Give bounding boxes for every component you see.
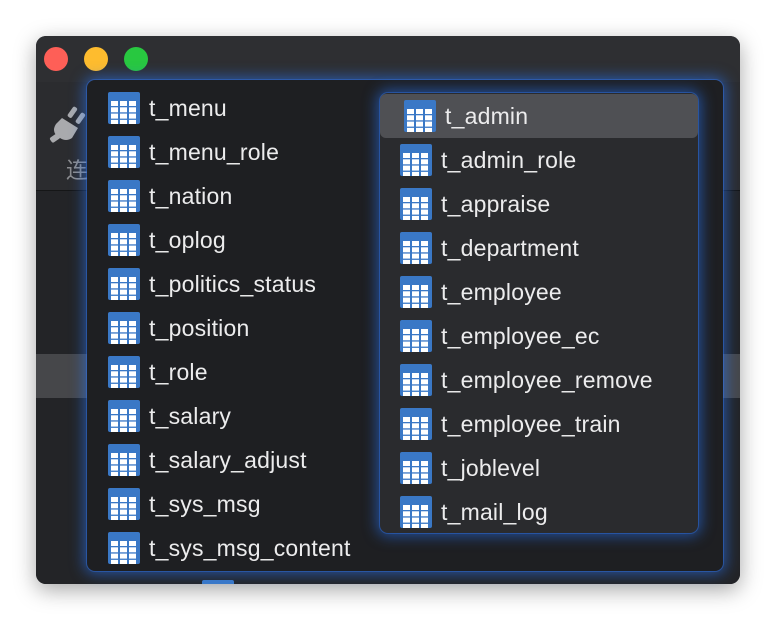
table-icon [108,180,140,212]
table-menu-item[interactable]: t_employee [380,270,698,314]
background-table-icon [202,580,234,584]
table-menu-item[interactable]: t_politics_status [88,262,378,306]
table-menu-item-label: t_employee_train [441,410,621,437]
table-icon [404,100,436,132]
table-menu-item[interactable]: t_employee_remove [380,358,698,402]
table-menu-item-label: t_appraise [441,190,551,217]
table-menu-item-label: t_sys_msg_content [149,534,351,561]
table-menu-item-label: t_oplog [149,226,226,253]
table-icon [400,144,432,176]
table-menu-item-label: t_employee_remove [441,366,653,393]
close-window-button[interactable] [44,47,68,71]
table-icon [108,92,140,124]
table-menu-item-label: t_employee [441,278,562,305]
table-menu-item[interactable]: t_mail_log [380,490,698,534]
table-menu-item-label: t_salary_adjust [149,446,307,473]
table-menu-item[interactable]: t_appraise [380,182,698,226]
table-menu-item[interactable]: t_sys_msg_content [88,526,378,570]
table-menu-item-label: t_menu_role [149,138,280,165]
table-icon [108,532,140,564]
table-icon [108,268,140,300]
table-menu-item[interactable]: t_nation [88,174,378,218]
table-icon [108,312,140,344]
table-menu-item[interactable]: t_role [88,350,378,394]
table-menu-item-label: t_department [441,234,579,261]
table-icon [108,400,140,432]
table-menu-item-label: t_admin_role [441,146,577,173]
table-icon [400,232,432,264]
table-menu-item-label: t_position [149,314,250,341]
table-menu-item[interactable]: t_employee_train [380,402,698,446]
table-menu-item[interactable]: t_position [88,306,378,350]
title-bar [36,36,740,82]
table-menu-item[interactable]: t_oplog [88,218,378,262]
table-icon [400,320,432,352]
table-menu-item[interactable]: t_menu [88,86,378,130]
table-menu-item-label: t_admin [445,102,529,129]
table-menu-item[interactable]: t_salary [88,394,378,438]
table-menu-item[interactable]: t_menu_role [88,130,378,174]
connection-toolbar-label: 连 [66,158,89,183]
table-menu-item-label: t_politics_status [149,270,317,297]
table-menu-item[interactable]: t_joblevel [380,446,698,490]
minimize-window-button[interactable] [84,47,108,71]
table-menu-item-label: t_sys_msg [149,490,261,517]
table-icon [400,452,432,484]
table-menu-item[interactable]: t_admin [380,94,698,138]
table-icon [108,444,140,476]
table-icon [108,488,140,520]
plug-icon [49,106,86,143]
table-menu-item-label: t_employee_ec [441,322,600,349]
table-menu-item[interactable]: t_sys_msg [88,482,378,526]
table-menu-item[interactable]: t_employee_ec [380,314,698,358]
table-icon [108,224,140,256]
table-icon [108,136,140,168]
table-menu-item-label: t_role [149,358,208,385]
table-icon [400,188,432,220]
table-icon [400,408,432,440]
table-menu-item-label: t_menu [149,94,227,121]
table-icon [400,276,432,308]
connection-toolbar-button[interactable] [48,104,88,148]
table-icon [108,356,140,388]
table-menu-item-label: t_joblevel [441,454,541,481]
table-menu-item[interactable]: t_admin_role [380,138,698,182]
table-menu-item-label: t_salary [149,402,232,429]
zoom-window-button[interactable] [124,47,148,71]
table-menu-item-label: t_nation [149,182,233,209]
table-menu-item-label: t_mail_log [441,498,548,525]
table-icon [400,364,432,396]
table-menu-item[interactable]: t_salary_adjust [88,438,378,482]
table-menu-item[interactable]: t_department [380,226,698,270]
table-icon [400,496,432,528]
